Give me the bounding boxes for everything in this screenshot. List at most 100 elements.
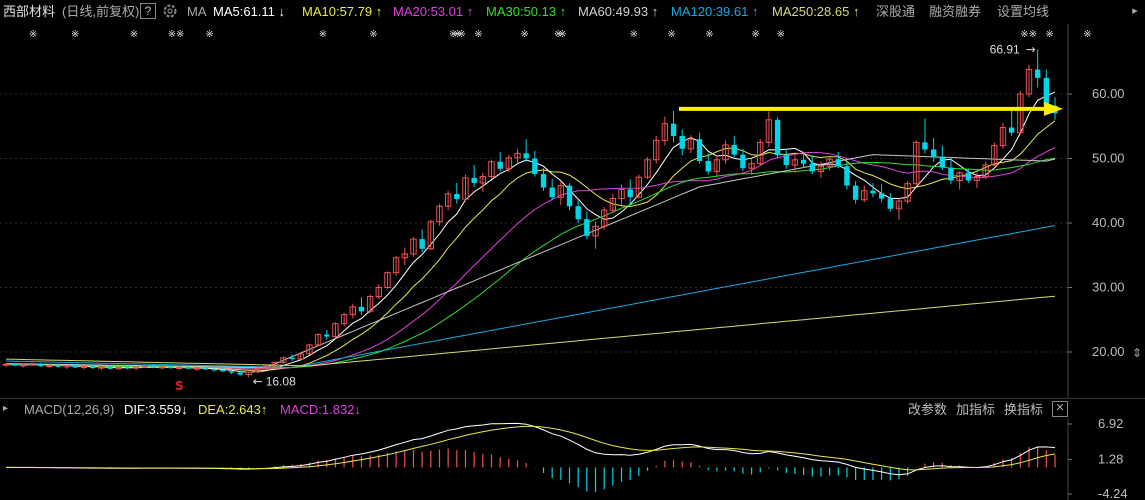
event-marker: ※: [176, 29, 184, 40]
candle-body: [774, 119, 781, 156]
change-params-button[interactable]: 改参数: [908, 402, 947, 418]
stock-name[interactable]: 西部材料: [3, 4, 55, 20]
candle-body: [930, 149, 937, 158]
event-marker: ※: [1083, 29, 1091, 40]
margin-trading-link[interactable]: 融资融券: [929, 4, 981, 20]
arrow-left-icon: ←: [253, 374, 263, 388]
candle: [566, 183, 573, 211]
candle-body: [705, 161, 711, 172]
switch-indicator-button[interactable]: 换指标: [1004, 402, 1043, 418]
candle-body: [150, 366, 157, 368]
event-marker: ※: [474, 29, 482, 40]
macd-tick-label: 1.28: [1098, 451, 1123, 466]
arrow-up-icon: ↑: [559, 4, 567, 19]
candle-body: [939, 157, 945, 168]
arrow-right-icon: →: [1026, 42, 1036, 56]
macd-tick-label: -4.24: [1098, 486, 1128, 500]
candle: [774, 117, 781, 159]
candlestick-chart[interactable]: 20.0030.0040.0050.0060.00⇕※ ※ ※ ※ ※ ※ ※ ※ ※※※ ※ ※ ※…: [0, 24, 1145, 398]
candle-body: [575, 206, 581, 220]
add-indicator-button[interactable]: 加指标: [956, 402, 995, 418]
candle-body: [696, 139, 703, 162]
ma60-value: MA60:49.93 ↑: [578, 4, 659, 19]
price-tick-label: 30.00: [1092, 280, 1125, 295]
event-marker: ※: [1029, 29, 1037, 40]
candle-body: [835, 159, 841, 167]
candle-body: [454, 193, 460, 200]
macd-tick-label: 6.92: [1098, 418, 1123, 431]
chart-header: 西部材料 (日线,前复权) ? MA MA5:61.11 ↓ MA10:57.7…: [0, 0, 1145, 24]
ma10-value: MA10:57.79 ↑: [302, 4, 383, 19]
candle-body: [55, 365, 61, 367]
candle-body: [158, 366, 166, 369]
candle-body: [852, 185, 859, 200]
candle-body: [193, 367, 200, 370]
candle-body: [220, 370, 226, 372]
arrow-down-icon: ↓: [354, 402, 361, 417]
candle-body: [497, 161, 503, 169]
candle-body: [844, 166, 850, 186]
candle-body: [922, 142, 928, 150]
macd-chart[interactable]: 6.92 1.28 -4.24: [0, 418, 1145, 500]
candle-body: [2, 363, 10, 366]
candle-body: [731, 144, 737, 155]
candle-body: [237, 372, 243, 375]
candle-body: [168, 366, 174, 369]
ma-label: MA: [187, 4, 207, 19]
event-marker: ※: [130, 29, 138, 40]
event-marker: ※: [520, 29, 528, 40]
candle-body: [141, 365, 148, 368]
event-marker: ※: [1020, 29, 1028, 40]
candle-body: [324, 334, 330, 337]
low-price-label: 16.08: [266, 374, 296, 388]
period-mode[interactable]: (日线,前复权): [62, 4, 139, 20]
candle-body: [176, 366, 183, 369]
ma-settings-link[interactable]: 设置均线: [997, 4, 1049, 20]
candle-body: [523, 153, 529, 159]
arrow-up-icon: ↑: [375, 4, 383, 19]
chart-background: [0, 24, 1145, 398]
arrow-up-icon: ↑: [260, 402, 268, 417]
gear-icon[interactable]: [161, 2, 179, 20]
help-button[interactable]: ?: [140, 3, 156, 19]
ma20-value: MA20:53.01 ↑: [393, 4, 474, 19]
candle-body: [124, 367, 131, 369]
candle-body: [107, 366, 113, 369]
dif-value: DIF:3.559↓: [124, 402, 188, 417]
dea-value: DEA:2.643↑: [198, 402, 268, 417]
arrow-up-icon: ↑: [651, 4, 659, 19]
event-marker: ※: [1045, 29, 1053, 40]
high-price-label: 66.91: [990, 42, 1020, 56]
close-icon[interactable]: ✕: [1052, 401, 1068, 417]
ma30-value: MA30:50.13 ↑: [486, 4, 567, 19]
ma5-value: MA5:61.11 ↓: [213, 4, 286, 19]
event-marker: ※: [630, 29, 638, 40]
zoom-handle-icon: ⇕: [1132, 346, 1142, 360]
macd-header: ▸ MACD(12,26,9) DIF:3.559↓ DEA:2.643↑ MA…: [0, 398, 1145, 419]
macd-title[interactable]: MACD(12,26,9): [24, 402, 114, 418]
event-marker: ※: [667, 29, 675, 40]
event-marker: ※: [751, 29, 759, 40]
expand-icon[interactable]: ▸: [3, 402, 13, 416]
candle-body: [878, 193, 885, 199]
candle-body: [46, 365, 53, 368]
dropdown-arrow-icon[interactable]: ▸: [1127, 2, 1143, 20]
candle-body: [887, 198, 893, 209]
shenzhen-connect-link[interactable]: 深股通: [876, 4, 915, 20]
candle-body: [185, 367, 191, 369]
candle-body: [800, 159, 807, 164]
event-marker: ※: [168, 29, 176, 40]
candle-body: [584, 219, 590, 236]
candle-body: [965, 172, 971, 181]
candle-body: [1008, 127, 1015, 133]
price-tick-label: 40.00: [1092, 215, 1125, 230]
candle-body: [549, 187, 555, 198]
candle-body: [211, 369, 217, 371]
sell-marker: S: [175, 379, 184, 393]
candle-body: [1043, 77, 1050, 106]
arrow-up-icon: ↑: [852, 4, 860, 19]
event-marker: ※: [457, 29, 465, 40]
candle-body: [566, 185, 573, 207]
arrow-down-icon: ↓: [181, 402, 188, 417]
event-marker: ※: [205, 29, 213, 40]
